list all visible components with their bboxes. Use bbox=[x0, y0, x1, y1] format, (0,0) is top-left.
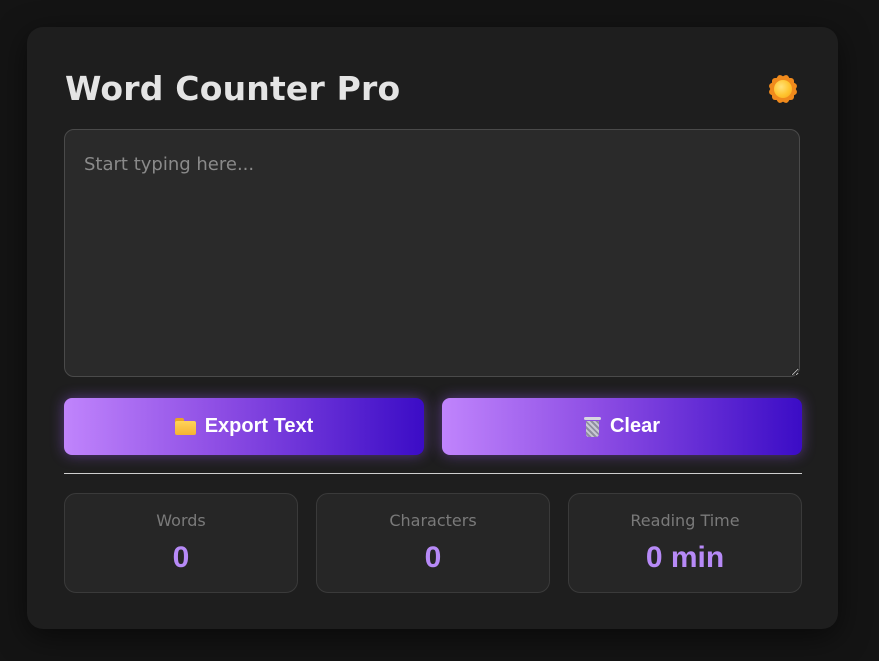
text-input[interactable] bbox=[64, 129, 800, 377]
clear-label: Clear bbox=[609, 415, 661, 437]
folder-icon bbox=[174, 418, 196, 435]
reading-time-value: 0 min bbox=[645, 541, 725, 574]
wastebasket-icon bbox=[583, 416, 601, 437]
words-count: 0 bbox=[172, 541, 190, 574]
divider bbox=[64, 473, 802, 474]
app-title: Word Counter Pro bbox=[65, 69, 401, 108]
characters-label: Characters bbox=[389, 511, 477, 530]
characters-count: 0 bbox=[424, 541, 442, 574]
theme-toggle-button[interactable] bbox=[766, 72, 800, 106]
stat-card-words: Words 0 bbox=[64, 493, 298, 593]
stat-card-characters: Characters 0 bbox=[316, 493, 550, 593]
clear-button[interactable]: Clear bbox=[442, 398, 802, 455]
stat-card-reading-time: Reading Time 0 min bbox=[568, 493, 802, 593]
word-counter-card: Word Counter Pro Export Text Clear Words… bbox=[27, 27, 838, 629]
export-text-label: Export Text bbox=[204, 415, 314, 437]
words-label: Words bbox=[156, 511, 206, 530]
sun-icon bbox=[767, 73, 799, 105]
export-text-button[interactable]: Export Text bbox=[64, 398, 424, 455]
reading-time-label: Reading Time bbox=[630, 511, 740, 530]
